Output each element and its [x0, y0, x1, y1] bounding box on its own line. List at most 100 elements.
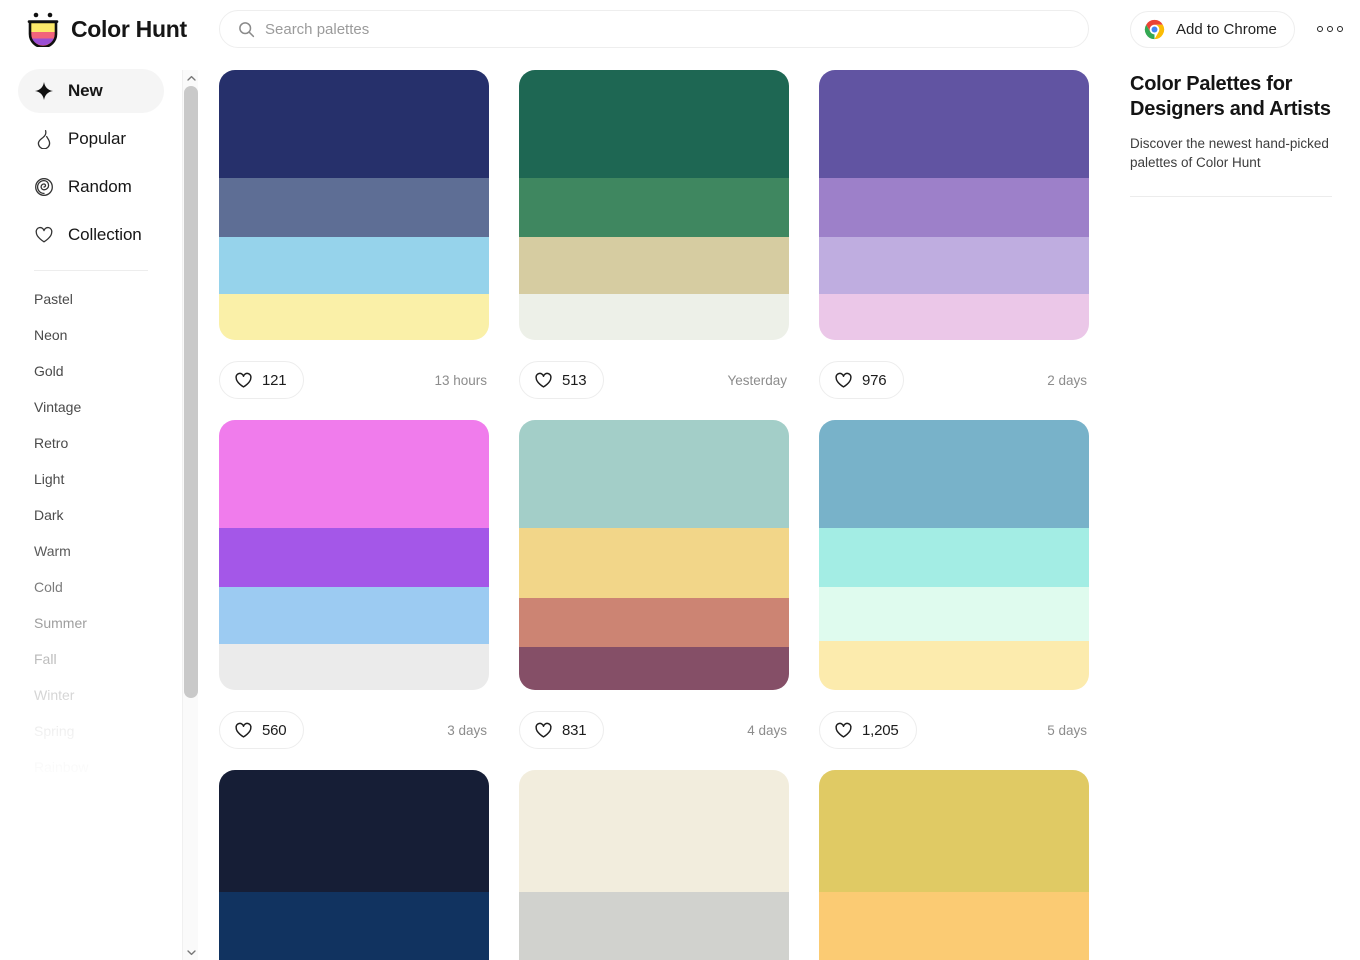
palette-swatch[interactable]	[519, 528, 789, 599]
palette-card[interactable]: 1,205 5 days	[819, 420, 1089, 770]
palette-swatch[interactable]	[219, 644, 489, 690]
scroll-down-button[interactable]	[183, 944, 199, 960]
palette-swatch[interactable]	[219, 420, 489, 528]
search-input[interactable]	[265, 20, 1070, 38]
sidebar-tag-cold[interactable]: Cold	[0, 569, 182, 605]
sidebar-scrollbar[interactable]	[182, 70, 198, 960]
right-info-panel: Color Palettes for Designers and Artists…	[1109, 58, 1360, 960]
sidebar-tag-spring[interactable]: Spring	[0, 713, 182, 749]
palette-swatch[interactable]	[819, 294, 1089, 340]
sidebar-item-new[interactable]: New	[18, 69, 164, 113]
palette-swatches[interactable]	[519, 420, 789, 690]
palette-swatch[interactable]	[519, 420, 789, 528]
palette-swatch[interactable]	[819, 770, 1089, 892]
palette-swatch[interactable]	[219, 70, 489, 178]
palette-card[interactable]	[219, 770, 489, 960]
palette-swatch[interactable]	[819, 420, 1089, 528]
sidebar-item-collection[interactable]: Collection	[18, 213, 164, 257]
palette-card-meta: 1,205 5 days	[819, 690, 1089, 770]
sidebar-tag-warm[interactable]: Warm	[0, 533, 182, 569]
palette-swatch[interactable]	[219, 587, 489, 645]
sidebar-tag-vintage[interactable]: Vintage	[0, 389, 182, 425]
sidebar-tag-retro[interactable]: Retro	[0, 425, 182, 461]
more-dot-3	[1337, 26, 1343, 32]
palette-card[interactable]	[519, 770, 789, 960]
chevron-up-icon	[186, 75, 196, 81]
palette-timestamp: 13 hours	[434, 372, 487, 388]
like-button[interactable]: 1,205	[819, 711, 917, 749]
sidebar-tag-pastel[interactable]: Pastel	[0, 281, 182, 317]
palette-swatch[interactable]	[819, 641, 1089, 690]
palette-card[interactable]: 121 13 hours	[219, 70, 489, 420]
like-button[interactable]: 513	[519, 361, 605, 399]
palette-card[interactable]	[819, 770, 1089, 960]
palette-swatch[interactable]	[519, 598, 789, 647]
more-options-button[interactable]	[1314, 20, 1346, 38]
palette-swatch[interactable]	[819, 70, 1089, 178]
sidebar-tag-gold[interactable]: Gold	[0, 353, 182, 389]
palette-swatch[interactable]	[519, 70, 789, 178]
palette-swatch[interactable]	[219, 178, 489, 238]
palette-swatch[interactable]	[819, 237, 1089, 295]
sidebar-item-random-label: Random	[68, 177, 132, 196]
like-button[interactable]: 976	[819, 361, 905, 399]
palette-swatches[interactable]	[819, 420, 1089, 690]
flame-icon	[34, 129, 54, 150]
sidebar-tag-fall[interactable]: Fall	[0, 641, 182, 677]
palette-swatches[interactable]	[219, 70, 489, 340]
sidebar-tag-neon[interactable]: Neon	[0, 317, 182, 353]
palette-swatches[interactable]	[219, 770, 489, 960]
heart-icon	[34, 225, 54, 245]
like-count: 1,205	[862, 721, 899, 739]
palette-swatch[interactable]	[219, 294, 489, 340]
app-header: Color Hunt Add to Chrome	[0, 0, 1360, 58]
palette-swatch[interactable]	[519, 891, 789, 960]
brand[interactable]: Color Hunt	[26, 11, 202, 49]
palette-swatch[interactable]	[819, 587, 1089, 642]
palette-swatch[interactable]	[519, 294, 789, 340]
palette-timestamp: 4 days	[747, 722, 787, 738]
palette-swatch[interactable]	[819, 891, 1089, 960]
like-button[interactable]: 121	[219, 361, 305, 399]
palette-swatches[interactable]	[219, 420, 489, 690]
palette-swatch[interactable]	[219, 891, 489, 960]
palette-swatch[interactable]	[519, 237, 789, 295]
palette-card-meta: 121 13 hours	[219, 340, 489, 420]
palette-swatches[interactable]	[819, 770, 1089, 960]
heart-icon	[534, 371, 553, 390]
palette-card[interactable]: 513 Yesterday	[519, 70, 789, 420]
palette-swatch[interactable]	[219, 528, 489, 588]
palette-swatches[interactable]	[819, 70, 1089, 340]
sidebar-item-random[interactable]: Random	[18, 165, 164, 209]
palette-swatch[interactable]	[519, 646, 789, 690]
palette-swatch[interactable]	[519, 178, 789, 238]
palette-swatch[interactable]	[219, 770, 489, 892]
sidebar-item-popular[interactable]: Popular	[18, 117, 164, 161]
palette-swatches[interactable]	[519, 770, 789, 960]
search-bar[interactable]	[219, 10, 1089, 48]
add-to-chrome-button[interactable]: Add to Chrome	[1130, 11, 1295, 48]
scrollbar-thumb[interactable]	[184, 86, 198, 698]
sidebar-tag-summer[interactable]: Summer	[0, 605, 182, 641]
page-title: Color Palettes for Designers and Artists	[1130, 73, 1331, 120]
like-button[interactable]: 831	[519, 711, 605, 749]
palette-swatch[interactable]	[819, 178, 1089, 238]
palette-swatch[interactable]	[819, 528, 1089, 588]
palette-card-meta: 976 2 days	[819, 340, 1089, 420]
sidebar-tag-rainbow[interactable]: Rainbow	[0, 749, 182, 785]
palette-swatches[interactable]	[519, 70, 789, 340]
heart-icon	[834, 371, 853, 390]
scroll-up-button[interactable]	[183, 70, 199, 86]
sidebar-tag-dark[interactable]: Dark	[0, 497, 182, 533]
palette-swatch[interactable]	[219, 237, 489, 295]
chrome-icon	[1144, 19, 1165, 40]
palette-swatch[interactable]	[519, 770, 789, 892]
sidebar-tag-light[interactable]: Light	[0, 461, 182, 497]
palette-card[interactable]: 560 3 days	[219, 420, 489, 770]
palette-card[interactable]: 976 2 days	[819, 70, 1089, 420]
sidebar-tag-winter[interactable]: Winter	[0, 677, 182, 713]
sparkle-diamond-icon	[34, 81, 54, 101]
brand-name: Color Hunt	[71, 15, 187, 42]
like-button[interactable]: 560	[219, 711, 305, 749]
palette-card[interactable]: 831 4 days	[519, 420, 789, 770]
